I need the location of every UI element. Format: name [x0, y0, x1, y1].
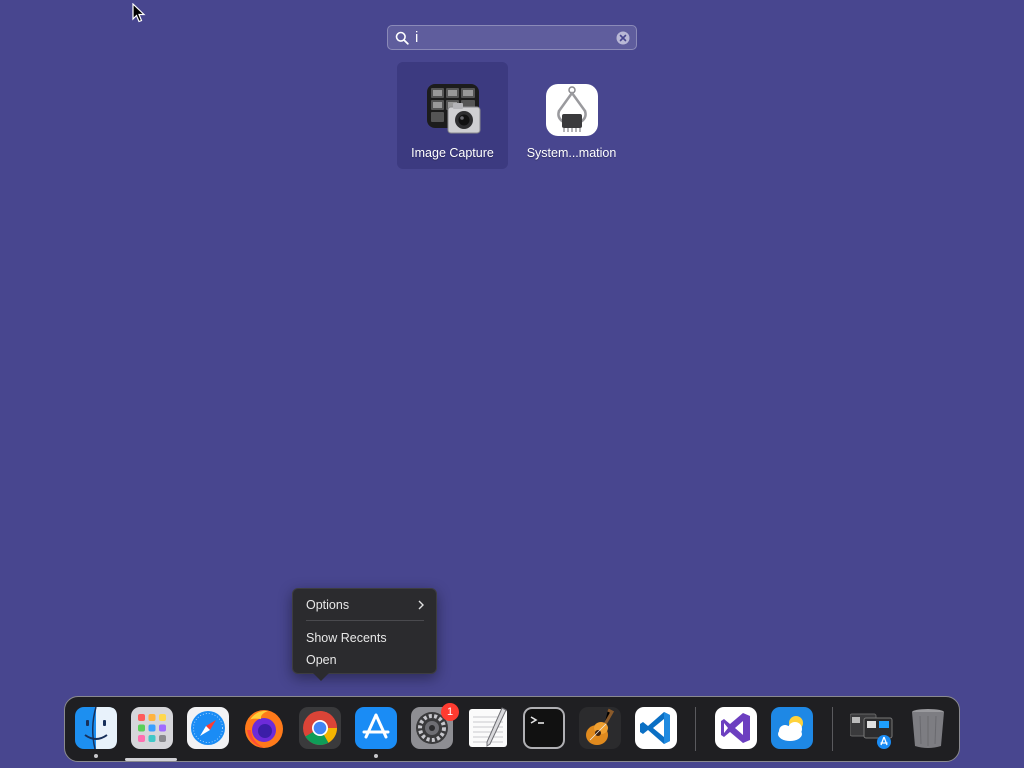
launchpad-icon — [131, 707, 173, 749]
downloads-stack-icon — [850, 713, 893, 749]
dock-item-weather[interactable] — [770, 706, 814, 750]
dock-separator — [832, 707, 833, 751]
dock-item-finder[interactable] — [74, 706, 118, 750]
running-indicator — [94, 754, 98, 758]
trash-icon — [912, 709, 944, 748]
system-information-icon — [545, 84, 598, 136]
mouse-pointer-icon — [132, 3, 146, 23]
dock-item-app-store[interactable] — [354, 706, 398, 750]
app-result-system-information[interactable]: System...mation — [516, 62, 627, 169]
safari-icon — [187, 707, 229, 749]
dock-item-trash[interactable] — [906, 706, 950, 750]
dock-separator — [695, 707, 696, 751]
dock-item-downloads-stack[interactable] — [850, 706, 894, 750]
search-query-text[interactable]: i — [415, 30, 616, 45]
dock: 1 — [64, 696, 960, 762]
weather-icon — [771, 707, 813, 749]
menu-item-open[interactable]: Open — [306, 651, 337, 669]
dock-context-menu: Options Show Recents Open — [292, 588, 437, 681]
chevron-right-icon — [418, 600, 424, 610]
launchpad-active-indicator — [125, 758, 177, 761]
menu-separator — [306, 620, 424, 621]
dock-item-safari[interactable] — [186, 706, 230, 750]
garageband-icon — [579, 707, 621, 749]
textedit-icon — [469, 707, 507, 747]
menu-item-options[interactable]: Options — [306, 596, 424, 614]
launchpad-search-field[interactable]: i — [387, 25, 637, 50]
app-store-icon — [355, 707, 397, 749]
vscode-icon — [635, 707, 677, 749]
dock-item-vscode[interactable] — [634, 706, 678, 750]
dock-item-visual-studio[interactable] — [714, 706, 758, 750]
running-indicator — [374, 754, 378, 758]
notification-badge: 1 — [441, 703, 459, 721]
firefox-icon — [245, 710, 283, 748]
menu-item-label: Options — [306, 598, 350, 612]
dock-item-launchpad[interactable] — [130, 706, 174, 750]
dock-item-textedit[interactable] — [466, 706, 510, 750]
app-label: Image Capture — [411, 146, 494, 160]
chrome-icon — [299, 707, 341, 749]
finder-icon — [75, 706, 117, 750]
visual-studio-icon — [715, 707, 757, 749]
terminal-icon — [523, 707, 565, 749]
dock-item-chrome[interactable] — [298, 706, 342, 750]
magnifying-glass-icon — [395, 31, 409, 45]
clear-circle-icon[interactable] — [616, 31, 630, 45]
app-label: System...mation — [526, 146, 617, 160]
dock-item-garageband[interactable] — [578, 706, 622, 750]
app-result-image-capture[interactable]: Image Capture — [397, 62, 508, 169]
dock-item-terminal[interactable] — [522, 706, 566, 750]
dock-item-firefox[interactable] — [242, 706, 286, 750]
menu-pointer-arrow — [313, 673, 329, 681]
menu-item-show-recents[interactable]: Show Recents — [306, 629, 387, 647]
image-capture-icon — [426, 84, 480, 134]
